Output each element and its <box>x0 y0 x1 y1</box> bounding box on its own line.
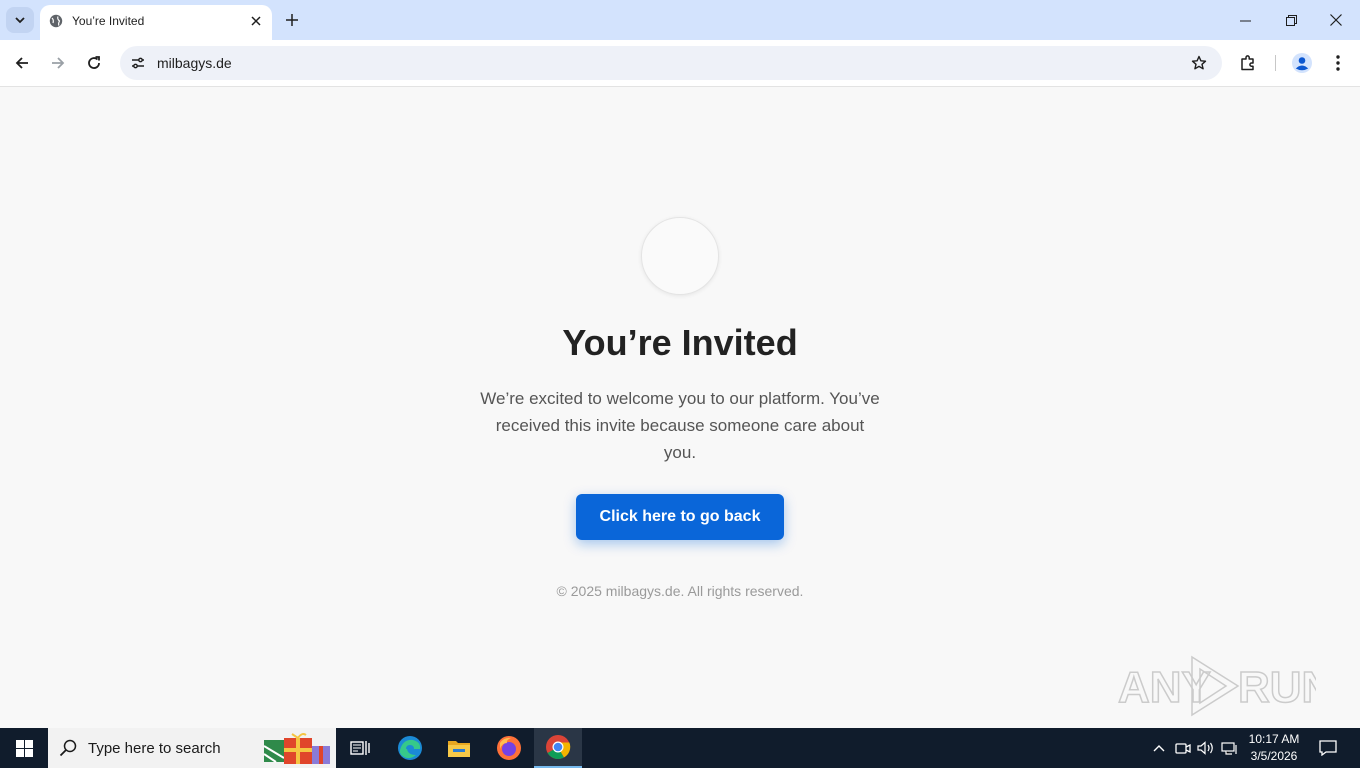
globe-icon <box>49 14 63 28</box>
copyright-footer: © 2025 milbagys.de. All rights reserved. <box>556 583 804 599</box>
taskbar-search[interactable]: Type here to search <box>48 728 336 768</box>
watermark-text-right: RUN <box>1238 663 1316 712</box>
page-title: You’re Invited <box>562 322 798 363</box>
extensions-button[interactable] <box>1233 48 1263 78</box>
tab-search-button[interactable] <box>6 7 34 33</box>
gift-boxes-icon <box>263 733 330 764</box>
browser-toolbar: milbagys.de <box>0 40 1360 87</box>
anyrun-watermark: ANY RUN <box>1117 655 1316 717</box>
tab-strip: You’re Invited <box>0 0 1360 40</box>
minimize-button[interactable] <box>1223 6 1267 34</box>
tab-close-button[interactable] <box>246 11 266 31</box>
forward-button[interactable] <box>43 48 73 78</box>
reload-icon <box>88 56 100 69</box>
search-placeholder: Type here to search <box>88 740 221 757</box>
system-clock[interactable]: 10:17 AM 3/5/2026 <box>1238 731 1310 765</box>
volume-button[interactable] <box>1196 738 1216 758</box>
chevron-down-icon <box>15 17 25 24</box>
tune-icon <box>132 57 144 69</box>
tab-title: You’re Invited <box>72 14 145 28</box>
firefox-app[interactable] <box>485 728 533 768</box>
minimize-icon <box>1239 20 1251 21</box>
arrow-right-icon <box>52 57 65 69</box>
watermark-text-left: ANY <box>1118 663 1211 712</box>
avatar-icon <box>1292 53 1312 73</box>
file-explorer-app[interactable] <box>435 728 483 768</box>
notifications-button[interactable] <box>1318 738 1338 758</box>
clock-time: 10:17 AM <box>1248 732 1300 746</box>
new-tab-button[interactable] <box>280 8 304 32</box>
chevron-up-icon <box>1153 745 1165 752</box>
close-window-button[interactable] <box>1314 6 1358 34</box>
notification-icon <box>1319 740 1337 756</box>
logo-placeholder <box>641 217 719 295</box>
search-icon <box>59 739 77 757</box>
star-icon <box>1191 55 1207 70</box>
close-icon <box>1330 14 1342 26</box>
show-hidden-icons-button[interactable] <box>1149 738 1169 758</box>
start-button[interactable] <box>0 728 48 768</box>
invite-description: We’re excited to welcome you to our plat… <box>480 389 880 462</box>
bookmark-button[interactable] <box>1188 52 1210 74</box>
arrow-left-icon <box>15 57 28 69</box>
chrome-app[interactable] <box>534 728 582 768</box>
address-bar[interactable]: milbagys.de <box>120 46 1222 80</box>
chrome-icon <box>546 735 571 760</box>
task-view-button[interactable] <box>336 728 384 768</box>
plus-icon <box>286 14 298 26</box>
edge-app[interactable] <box>386 728 434 768</box>
menu-button[interactable] <box>1323 48 1353 78</box>
network-icon <box>1221 742 1237 755</box>
firefox-icon <box>497 736 521 760</box>
restore-icon <box>1285 14 1297 26</box>
go-back-button[interactable]: Click here to go back <box>576 494 784 540</box>
close-icon <box>251 16 261 26</box>
edge-icon <box>398 736 422 760</box>
clock-date: 3/5/2026 <box>1250 749 1298 763</box>
site-info-button[interactable] <box>126 51 150 75</box>
camera-icon <box>1175 743 1191 754</box>
url-text[interactable]: milbagys.de <box>157 55 232 71</box>
meet-now-button[interactable] <box>1173 738 1193 758</box>
toolbar-divider <box>1275 55 1276 71</box>
folder-icon <box>448 741 470 757</box>
puzzle-icon <box>1241 55 1254 71</box>
task-view-icon <box>350 741 370 755</box>
active-tab[interactable]: You’re Invited <box>40 5 272 40</box>
restore-button[interactable] <box>1269 6 1313 34</box>
reload-button[interactable] <box>79 48 109 78</box>
windows-logo-icon <box>15 739 33 757</box>
more-vert-icon <box>1336 55 1340 71</box>
speaker-icon <box>1197 741 1213 755</box>
back-button[interactable] <box>7 48 37 78</box>
page-content: You’re Invited We’re excited to welcome … <box>0 88 1360 728</box>
windows-taskbar: Type here to search 10:17 AM 3/5/2026 <box>0 728 1360 768</box>
network-button[interactable] <box>1220 738 1240 758</box>
profile-button[interactable] <box>1287 48 1317 78</box>
